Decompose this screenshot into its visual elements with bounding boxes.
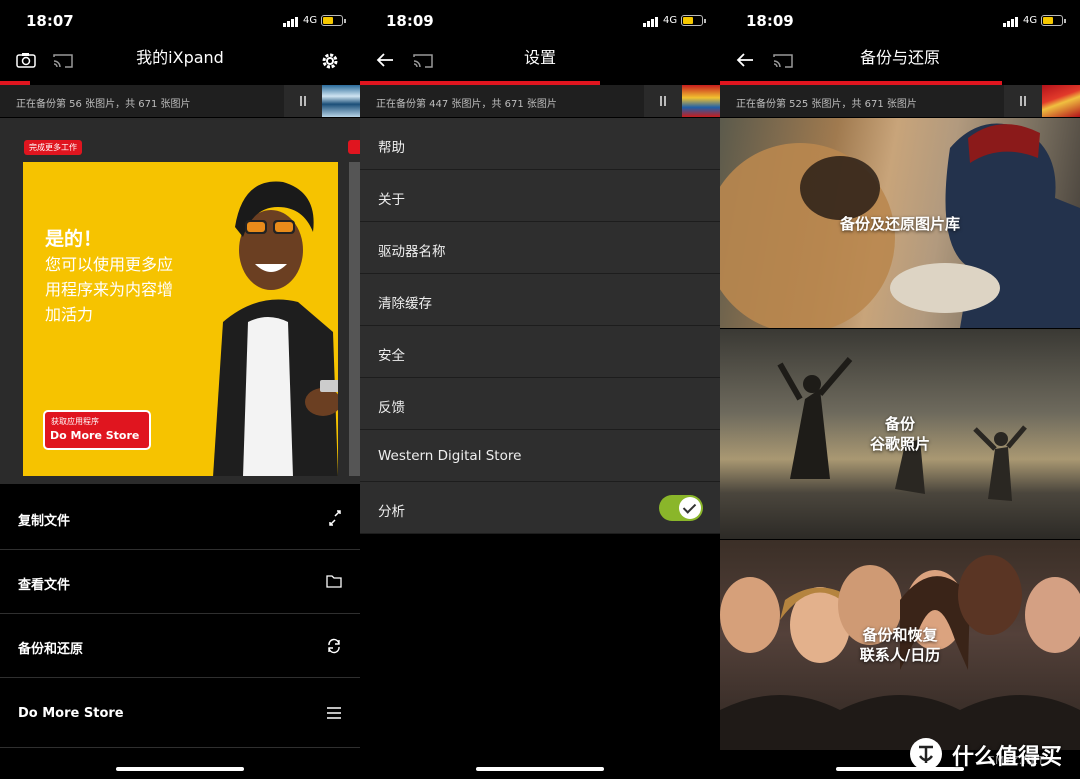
settings-item-label: 关于 <box>378 192 405 208</box>
tile-photo-library[interactable]: 备份及还原图片库 <box>720 118 1080 328</box>
network-label: 4G <box>303 15 318 26</box>
tile-caption-line2: 联系人/日历 <box>859 646 941 664</box>
next-promo-tag <box>348 140 360 154</box>
app-header: 设置 <box>360 40 720 80</box>
settings-item-feedback[interactable]: 反馈 <box>360 378 720 430</box>
signal-icon <box>283 17 299 27</box>
promo-headline: 是的！ <box>45 228 103 250</box>
signal-icon <box>1003 17 1019 27</box>
pause-icon[interactable] <box>1004 85 1042 117</box>
tile-caption-line1: 备份和恢复 <box>862 626 938 644</box>
promo-body: 您可以使用更多应用程序来为内容增加活力 <box>45 255 174 324</box>
menu-item-label: 复制文件 <box>18 514 71 529</box>
settings-item-wd-store[interactable]: Western Digital Store <box>360 430 720 482</box>
gear-icon[interactable] <box>321 52 339 70</box>
page-title: 我的iXpand <box>136 48 224 67</box>
home-indicator[interactable] <box>476 767 604 771</box>
battery-icon <box>681 15 706 26</box>
network-label: 4G <box>1023 15 1038 26</box>
promo-person-illustration <box>213 181 338 476</box>
page-title: 设置 <box>523 48 556 67</box>
check-icon <box>679 497 701 519</box>
settings-item-label: 安全 <box>378 348 405 364</box>
battery-icon <box>321 15 346 26</box>
get-apps-label: 获取应用程序 <box>51 417 99 426</box>
status-time: 18:09 <box>386 12 434 30</box>
page-title: 备份与还原 <box>859 48 940 67</box>
watermark: 什么值得买 SMYZ.NET <box>908 734 1080 774</box>
backup-status-text: 正在备份第 447 张图片，共 671 张图片 <box>376 99 557 110</box>
pause-icon[interactable] <box>284 85 322 117</box>
signal-icon <box>643 17 659 27</box>
network-label: 4G <box>663 15 678 26</box>
settings-item-label: Western Digital Store <box>378 448 522 464</box>
promo-tag: 完成更多工作 <box>24 140 82 155</box>
sync-icon <box>328 638 340 654</box>
settings-item-label: 分析 <box>378 504 405 520</box>
settings-item-label: 反馈 <box>378 400 405 416</box>
menu-item-do-more-store[interactable]: Do More Store <box>0 678 360 748</box>
tile-caption-line2: 谷歌照片 <box>869 435 930 453</box>
tile-caption-line1: 备份及还原图片库 <box>839 215 960 233</box>
settings-list: 帮助 关于 驱动器名称 清除缓存 安全 反馈 Western Digital S… <box>360 118 720 534</box>
settings-item-help[interactable]: 帮助 <box>360 118 720 170</box>
home-indicator[interactable] <box>116 767 244 771</box>
menu-item-copy-files[interactable]: 复制文件 <box>0 486 360 550</box>
watermark-logo-icon <box>910 738 942 770</box>
backup-status-strip: 正在备份第 525 张图片，共 671 张图片 <box>720 85 1080 117</box>
backup-thumbnail <box>1042 85 1080 117</box>
app-header: 备份与还原 <box>720 40 1080 80</box>
do-more-store-label: Do More Store <box>50 429 140 442</box>
backup-thumbnail <box>322 85 360 117</box>
settings-item-analytics: 分析 <box>360 482 720 534</box>
app-header: 我的iXpand <box>0 40 360 80</box>
analytics-toggle[interactable] <box>659 495 703 521</box>
backup-status-strip: 正在备份第 447 张图片，共 671 张图片 <box>360 85 720 117</box>
menu-item-backup-restore[interactable]: 备份和还原 <box>0 614 360 678</box>
status-time: 18:07 <box>26 12 74 30</box>
backup-restore-screen: 18:09 4G 备份与还原 正在备份第 525 张图片，共 671 张图片 备… <box>720 0 1080 779</box>
menu-item-label: 查看文件 <box>18 578 71 593</box>
settings-item-label: 帮助 <box>378 140 405 156</box>
swap-arrows-icon <box>329 510 341 526</box>
next-promo-card[interactable] <box>349 162 360 476</box>
settings-item-label: 驱动器名称 <box>378 244 446 260</box>
pause-icon[interactable] <box>644 85 682 117</box>
watermark-subtext: SMYZ.NET <box>988 754 1045 767</box>
folder-icon <box>326 575 342 588</box>
home-menu: 复制文件 查看文件 备份和还原 Do More Store <box>0 486 360 748</box>
backup-status-text: 正在备份第 56 张图片，共 671 张图片 <box>16 99 191 110</box>
menu-item-view-files[interactable]: 查看文件 <box>0 550 360 614</box>
settings-item-drive-name[interactable]: 驱动器名称 <box>360 222 720 274</box>
status-bar: 18:09 4G <box>360 0 720 40</box>
ixpand-home-screen: 18:07 4G 我的iXpand 正在备份第 56 张图片，共 671 张图片… <box>0 0 360 779</box>
promo-carousel[interactable]: 完成更多工作 是的！ 您可以使用更多应用程序来为内容增加活力 获取应用程序 Do… <box>0 118 360 484</box>
get-apps-button[interactable]: 获取应用程序 Do More Store <box>43 410 151 450</box>
menu-lines-icon <box>327 707 341 719</box>
backup-status-strip: 正在备份第 56 张图片，共 671 张图片 <box>0 85 360 117</box>
settings-screen: 18:09 4G 设置 正在备份第 447 张图片，共 671 张图片 帮助 关… <box>360 0 720 779</box>
settings-item-label: 清除缓存 <box>378 296 432 312</box>
settings-item-clear-cache[interactable]: 清除缓存 <box>360 274 720 326</box>
backup-thumbnail <box>682 85 720 117</box>
tile-google-photos[interactable]: 备份 谷歌照片 <box>720 329 1080 539</box>
menu-item-label: Do More Store <box>18 706 124 721</box>
settings-item-security[interactable]: 安全 <box>360 326 720 378</box>
status-time: 18:09 <box>746 12 794 30</box>
tile-contacts-calendar[interactable]: 备份和恢复 联系人/日历 <box>720 540 1080 750</box>
menu-item-label: 备份和还原 <box>18 642 84 657</box>
backup-status-text: 正在备份第 525 张图片，共 671 张图片 <box>736 99 917 110</box>
settings-item-about[interactable]: 关于 <box>360 170 720 222</box>
status-bar: 18:09 4G <box>720 0 1080 40</box>
tile-caption-line1: 备份 <box>884 415 915 433</box>
battery-icon <box>1041 15 1066 26</box>
status-bar: 18:07 4G <box>0 0 360 40</box>
promo-card[interactable]: 是的！ 您可以使用更多应用程序来为内容增加活力 获取应用程序 Do More S… <box>23 162 338 476</box>
